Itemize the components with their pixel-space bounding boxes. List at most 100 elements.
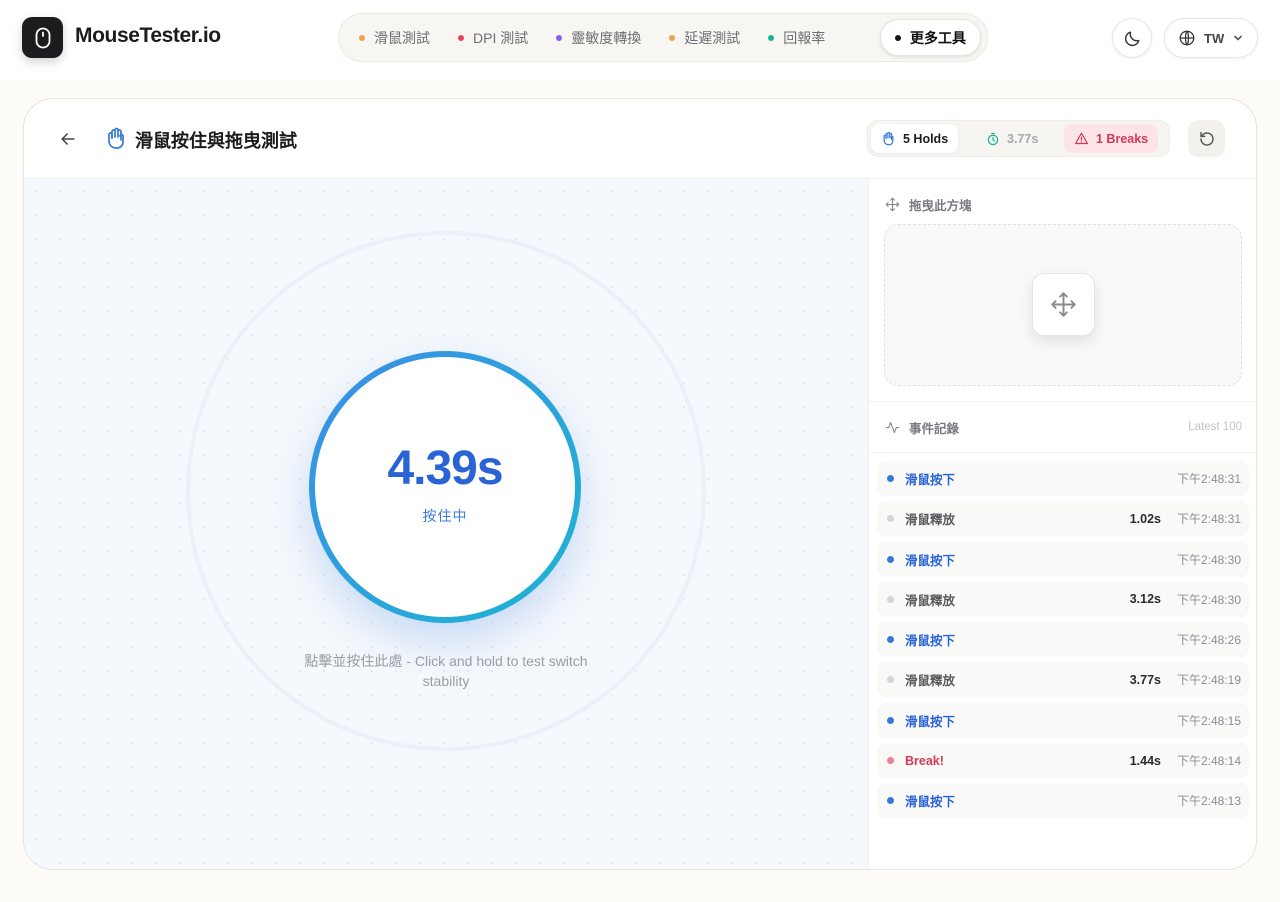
hold-state-label: 按住中 [422, 507, 468, 524]
side-panel: 拖曳此方塊 事件記錄 Latest 100 滑鼠按下 下午2:48:31 滑鼠釋… [868, 179, 1256, 869]
nav-dot [669, 34, 676, 41]
event-dot [887, 515, 894, 523]
mouse-logo-icon[interactable] [22, 17, 63, 58]
drag-label-text: 拖曳此方塊 [909, 199, 972, 213]
event-time: 下午2:48:15 [1176, 713, 1241, 728]
warning-icon [1074, 132, 1089, 145]
section-divider [869, 401, 1256, 402]
hold-timer-button[interactable]: 4.39s 按住中 [309, 351, 581, 623]
event-time: 下午2:48:26 [1176, 633, 1241, 648]
nav-item-dpi-test[interactable]: DPI 測試 [444, 19, 542, 56]
event-dot [887, 555, 894, 563]
move-icon [885, 197, 900, 212]
move-icon [1051, 292, 1076, 317]
event-dot [887, 716, 894, 724]
event-row: 滑鼠釋放 3.12s 下午2:48:30 [877, 581, 1249, 617]
drag-drop-zone [884, 224, 1242, 386]
holds-stat: 5 Holds [871, 124, 959, 153]
event-label: 滑鼠按下 [905, 634, 956, 649]
event-row: 滑鼠釋放 3.77s 下午2:48:19 [877, 662, 1249, 698]
event-time: 下午2:48:19 [1176, 673, 1241, 688]
event-label: 滑鼠按下 [905, 473, 956, 487]
nav-item-polling-rate[interactable]: 回報率 [754, 19, 839, 56]
event-time: 下午2:48:31 [1176, 512, 1241, 527]
event-row: 滑鼠按下 下午2:48:15 [877, 702, 1249, 738]
event-row: 滑鼠按下 下午2:48:26 [877, 622, 1249, 658]
nav-dot [359, 34, 365, 41]
event-label: 滑鼠釋放 [905, 674, 956, 689]
rotate-ccw-icon [1199, 131, 1214, 146]
page-title: 滑鼠按住與拖曳測試 [135, 131, 297, 151]
event-label: 滑鼠釋放 [905, 513, 956, 528]
nav-item-label: 滑鼠測試 [374, 29, 430, 46]
nav-dot [556, 34, 563, 41]
event-time: 下午2:48:30 [1176, 552, 1241, 567]
nav-item-more-tools[interactable]: 更多工具 [880, 19, 981, 56]
holds-count: 5 Holds [903, 131, 949, 146]
event-dot [887, 757, 894, 765]
main-nav: 滑鼠測試 DPI 測試 靈敏度轉換 延遲測試 回報率 更多工具 [338, 13, 988, 62]
event-label: 滑鼠釋放 [905, 593, 956, 608]
event-row: 滑鼠釋放 1.02s 下午2:48:31 [877, 501, 1249, 537]
event-dot [887, 636, 894, 644]
nav-item-latency-test[interactable]: 延遲測試 [655, 19, 754, 56]
back-button[interactable] [54, 125, 82, 153]
event-row: 滑鼠按下 下午2:48:13 [877, 783, 1249, 819]
globe-icon [1179, 30, 1195, 46]
hand-icon [108, 127, 124, 149]
event-duration: 1.44s [1129, 753, 1161, 768]
event-label: 滑鼠按下 [905, 553, 956, 568]
timer-face: 4.39s 按住中 [315, 357, 575, 617]
nav-item-label: 更多工具 [910, 29, 966, 46]
language-code: TW [1204, 30, 1225, 46]
moon-icon [1124, 30, 1140, 46]
instruction-text: 點擊並按住此處 - Click and hold to test switch … [304, 653, 588, 689]
nav-item-sensitivity-converter[interactable]: 靈敏度轉換 [542, 19, 655, 56]
event-duration: 3.12s [1129, 592, 1161, 607]
drag-section-label: 拖曳此方塊 [885, 195, 972, 214]
hold-timer-value: 4.39s [387, 441, 503, 495]
event-log-label: 事件記錄 [885, 418, 959, 437]
event-label: Break! [905, 753, 944, 768]
event-dot [887, 676, 894, 684]
event-log-title: 事件記錄 [909, 422, 960, 436]
event-dot [887, 797, 894, 805]
event-row: Break! 1.44s 下午2:48:14 [877, 743, 1249, 779]
hand-icon [883, 131, 894, 146]
event-duration: 3.77s [1129, 672, 1161, 687]
event-label: 滑鼠按下 [905, 714, 956, 729]
breaks-count: 1 Breaks [1096, 131, 1149, 146]
reset-button[interactable] [1188, 120, 1225, 157]
nav-item-label: 回報率 [783, 29, 826, 46]
event-dot [887, 475, 894, 482]
event-time: 下午2:48:30 [1176, 592, 1241, 607]
nav-item-label: 靈敏度轉換 [571, 29, 642, 46]
event-row: 滑鼠按下 下午2:48:30 [877, 541, 1249, 577]
event-duration: 1.02s [1129, 511, 1161, 526]
nav-dot [458, 34, 464, 41]
event-row: 滑鼠按下 下午2:48:31 [877, 461, 1249, 496]
event-dot [887, 595, 894, 603]
stats-bar: 5 Holds 3.77s 1 Breaks [867, 120, 1170, 157]
language-select[interactable]: TW [1164, 18, 1258, 58]
card-header: 滑鼠按住與拖曳測試 5 Holds 3.77s 1 Breaks [24, 99, 1256, 179]
event-time: 下午2:48:13 [1176, 794, 1241, 809]
hold-test-area[interactable]: 4.39s 按住中 點擊並按住此處 - Click and hold to te… [24, 179, 868, 869]
breaks-stat: 1 Breaks [1064, 124, 1159, 153]
theme-toggle-button[interactable] [1112, 18, 1152, 58]
section-divider [869, 452, 1256, 453]
nav-item-mouse-test[interactable]: 滑鼠測試 [345, 19, 444, 56]
hold-drag-test-card: 滑鼠按住與拖曳測試 5 Holds 3.77s 1 Breaks 4.39s 按… [23, 98, 1257, 870]
draggable-block[interactable] [1032, 273, 1095, 336]
arrow-left-icon [61, 133, 75, 145]
duration-stat: 3.77s [976, 124, 1048, 153]
nav-dot [895, 34, 901, 41]
event-limit-label: Latest 100 [1188, 421, 1242, 433]
nav-item-label: DPI 測試 [473, 29, 529, 46]
brand-name[interactable]: MouseTester.io [75, 24, 221, 48]
event-list: 滑鼠按下 下午2:48:31 滑鼠釋放 1.02s 下午2:48:31 滑鼠按下… [877, 461, 1249, 824]
chevron-down-icon [1234, 35, 1243, 41]
nav-dot [768, 34, 775, 41]
duration-value: 3.77s [1007, 131, 1039, 146]
stopwatch-icon [987, 132, 999, 145]
